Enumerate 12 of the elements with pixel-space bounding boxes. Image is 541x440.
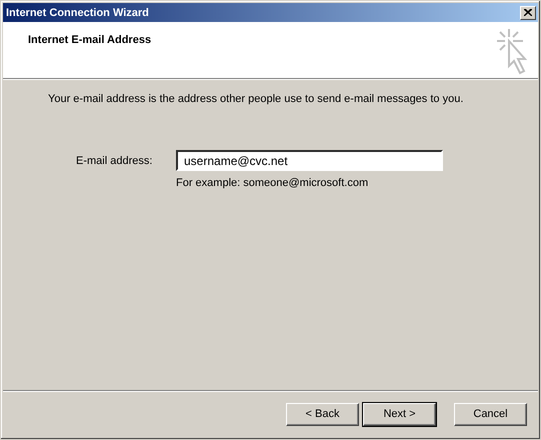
wizard-button[interactable]: Cancel xyxy=(454,402,527,426)
cursor-sparkle-icon xyxy=(496,28,530,76)
close-button[interactable] xyxy=(520,6,536,20)
example-hint: For example: someone@microsoft.com xyxy=(176,177,370,189)
window-title: Internet Connection Wizard xyxy=(6,6,149,18)
field-label: E-mail address: xyxy=(76,154,154,166)
close-icon xyxy=(524,9,532,16)
wizard-button[interactable]: < Back xyxy=(286,402,359,426)
wizard-button[interactable]: Next > xyxy=(363,402,436,426)
email-input-field[interactable]: username@cvc.net xyxy=(176,150,443,171)
description-text: Your e-mail address is the address other people use to send e-mail messages to you. xyxy=(48,93,464,105)
page-title: Internet E-mail Address xyxy=(28,34,152,48)
